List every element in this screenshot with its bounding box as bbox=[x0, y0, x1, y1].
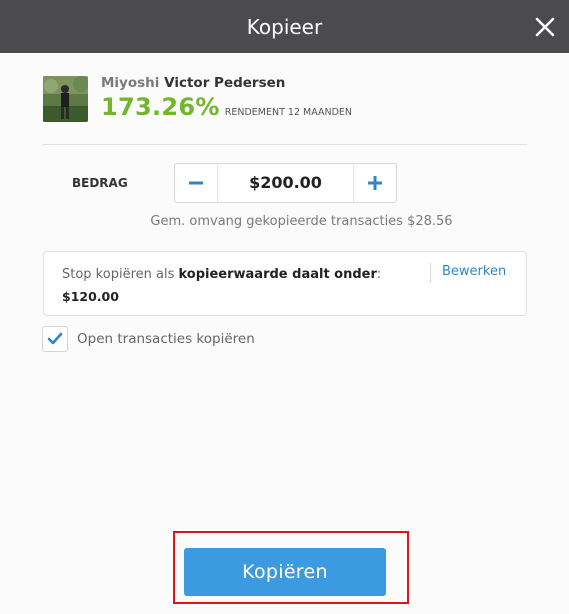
open-trades-checkbox[interactable] bbox=[42, 326, 68, 352]
copy-button[interactable]: Kopiëren bbox=[184, 548, 386, 596]
stop-loss-value: $120.00 bbox=[62, 289, 119, 304]
gain-value: 173.26% bbox=[101, 93, 220, 121]
checkmark-icon bbox=[47, 332, 63, 345]
trader-name[interactable]: Miyoshi Victor Pedersen bbox=[101, 76, 352, 90]
dialog-header: Kopieer bbox=[0, 0, 569, 53]
stop-loss-prefix: Stop kopiëren als bbox=[62, 267, 179, 282]
close-icon[interactable] bbox=[533, 15, 557, 39]
open-trades-option: Open transacties kopiëren bbox=[42, 326, 255, 352]
open-trades-label[interactable]: Open transacties kopiëren bbox=[77, 331, 255, 347]
amount-label: BEDRAG bbox=[72, 176, 128, 190]
gain-label: RENDEMENT 12 MAANDEN bbox=[224, 107, 353, 118]
decrease-amount-button[interactable] bbox=[175, 164, 218, 202]
trader-last-name: Victor Pedersen bbox=[164, 75, 286, 91]
minus-icon bbox=[189, 181, 203, 185]
stop-loss-suffix: : bbox=[376, 267, 382, 282]
amount-input[interactable]: $200.00 bbox=[218, 164, 353, 202]
dialog-title: Kopieer bbox=[246, 14, 323, 39]
edit-stop-loss-link[interactable]: Bewerken bbox=[442, 264, 506, 279]
plus-icon bbox=[368, 176, 382, 190]
separator bbox=[430, 263, 431, 283]
stop-loss-condition: kopieerwaarde daalt onder bbox=[178, 267, 377, 282]
divider bbox=[43, 144, 527, 145]
trader-summary: Miyoshi Victor Pedersen 173.26% RENDEMEN… bbox=[43, 76, 352, 122]
stop-loss-text: Stop kopiëren als kopieerwaarde daalt on… bbox=[62, 264, 422, 309]
stop-loss-box: Stop kopiëren als kopieerwaarde daalt on… bbox=[43, 251, 527, 316]
amount-stepper: $200.00 bbox=[174, 163, 397, 203]
avg-copied-trade-size: Gem. omvang gekopieerde transacties $28.… bbox=[150, 214, 453, 229]
trader-first-name: Miyoshi bbox=[101, 75, 160, 91]
avatar[interactable] bbox=[43, 76, 88, 122]
increase-amount-button[interactable] bbox=[353, 164, 396, 202]
